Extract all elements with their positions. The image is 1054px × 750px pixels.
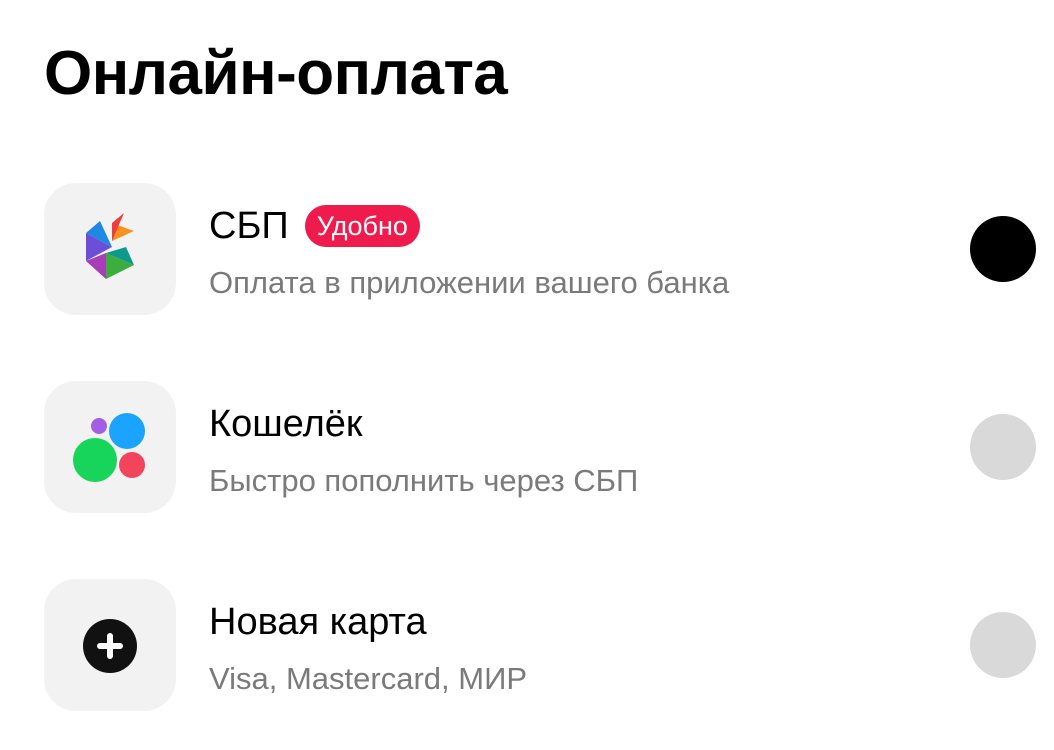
option-subtitle: Visa, Mastercard, МИР [209,661,528,696]
new-card-title-row: Новая карта [209,599,427,645]
page-title: Онлайн-оплата [44,39,508,108]
option-subtitle: Быстро пополнить через СБП [209,463,639,498]
new-card-icon-tile [44,579,176,711]
convenient-badge: Удобно [304,205,420,247]
option-title: Новая карта [209,601,427,643]
option-subtitle: Оплата в приложении вашего банка [209,265,730,300]
radio-button[interactable] [970,414,1036,480]
sbp-icon-tile [44,183,176,315]
radio-button-selected[interactable] [970,216,1036,282]
payment-option-wallet[interactable]: Кошелёк Быстро пополнить через СБП [0,381,1054,513]
online-payment-screen: Онлайн-оплата СБП Удобно Оплата в прилож… [0,0,1054,750]
sbp-logo-icon [86,213,134,279]
option-title: СБП [209,205,289,247]
wallet-title-row: Кошелёк [209,401,363,447]
payment-option-new-card[interactable]: Новая карта Visa, Mastercard, МИР [0,579,1054,711]
wallet-icon-tile [44,381,176,513]
option-title: Кошелёк [209,403,363,445]
wallet-dots-icon [73,413,145,482]
payment-option-sbp[interactable]: СБП Удобно Оплата в приложении вашего ба… [0,183,1054,315]
radio-button[interactable] [970,612,1036,678]
plus-circle-icon [83,619,137,673]
sbp-title-row: СБП Удобно [209,203,420,249]
